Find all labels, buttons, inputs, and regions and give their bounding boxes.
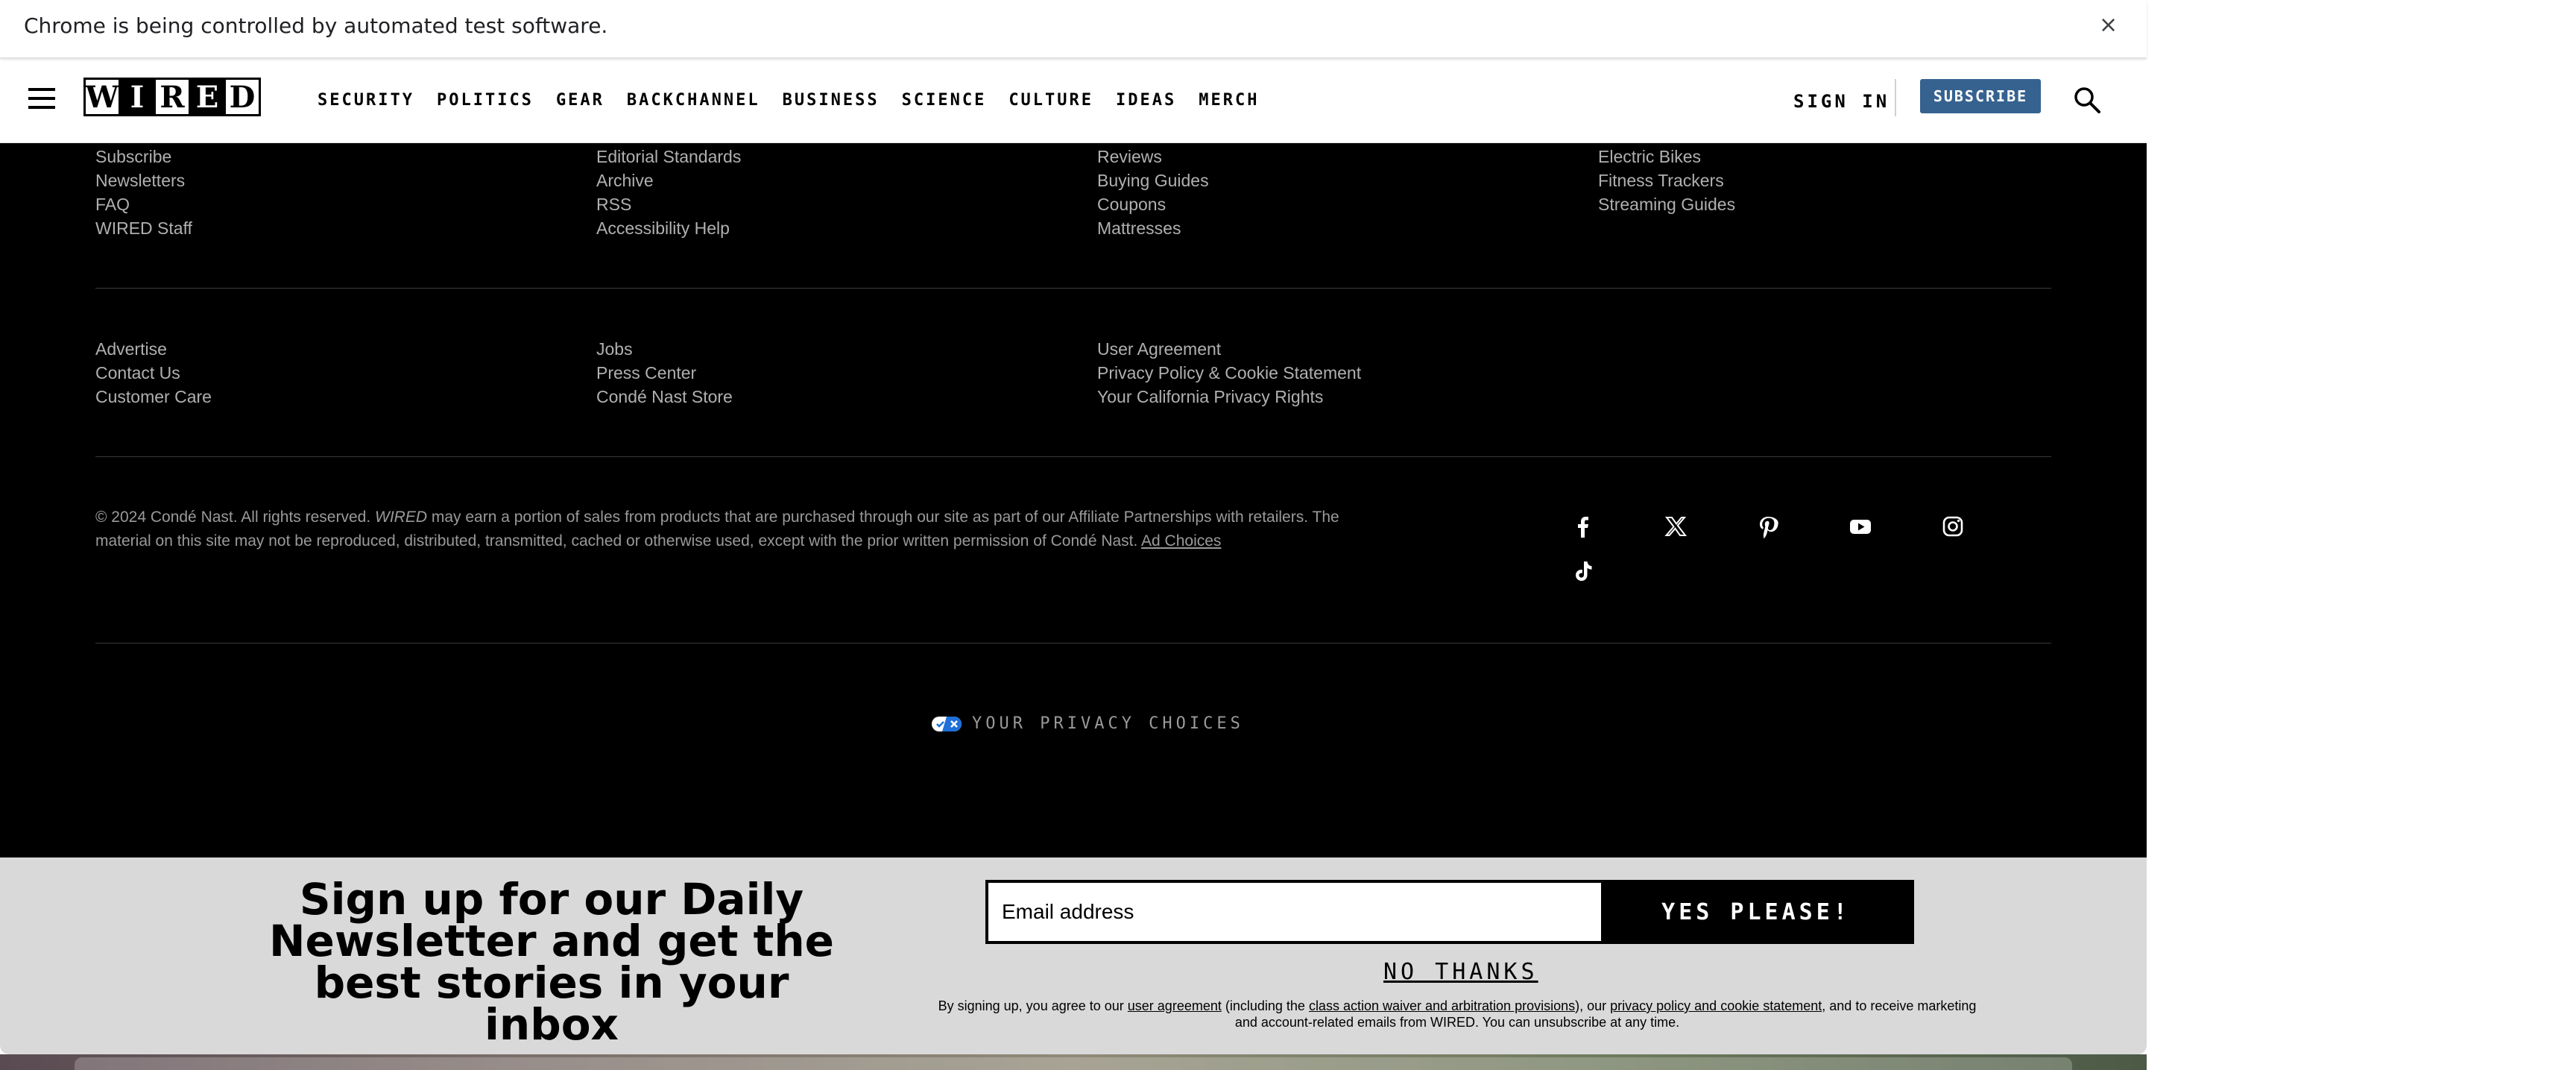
user-agreement-link[interactable]: user agreement <box>1128 998 1222 1013</box>
logo-letter: R <box>156 80 189 115</box>
footer-link[interactable]: Mattresses <box>1097 216 1209 240</box>
footer-link[interactable]: Privacy Policy & Cookie Statement <box>1097 361 1361 385</box>
nav-item-security[interactable]: SECURITY <box>318 91 414 110</box>
logo-letter: D <box>226 80 259 115</box>
footer-links-col-1: Subscribe Newsletters FAQ WIRED Staff <box>95 145 192 240</box>
footer-link[interactable]: Coupons <box>1097 192 1209 216</box>
menu-icon[interactable] <box>28 88 55 110</box>
facebook-icon[interactable] <box>1571 514 1595 538</box>
footer-link[interactable]: Press Center <box>596 361 733 385</box>
nav-item-culture[interactable]: CULTURE <box>1008 91 1093 110</box>
footer-link[interactable]: Subscribe <box>95 145 192 169</box>
footer-links-col-4: Electric Bikes Fitness Trackers Streamin… <box>1598 145 1735 216</box>
class-action-link[interactable]: class action waiver and arbitration prov… <box>1309 998 1575 1013</box>
legal-notice: © 2024 Condé Nast. All rights reserved. … <box>95 506 1392 553</box>
footer-link[interactable]: Your California Privacy Rights <box>1097 385 1361 409</box>
automation-banner-text: Chrome is being controlled by automated … <box>24 13 608 38</box>
footer-divider <box>95 288 2051 289</box>
privacy-policy-link[interactable]: privacy policy and cookie statement <box>1610 998 1822 1013</box>
nav-item-business[interactable]: BUSINESS <box>783 91 880 110</box>
privacy-choices-link[interactable]: YOUR PRIVACY CHOICES <box>932 714 1244 733</box>
ad-choices-link[interactable]: Ad Choices <box>1141 532 1221 550</box>
footer-link[interactable]: Streaming Guides <box>1598 192 1735 216</box>
footer-links-col-7: User Agreement Privacy Policy & Cookie S… <box>1097 337 1361 409</box>
close-icon[interactable]: × <box>2099 12 2118 38</box>
automation-banner: Chrome is being controlled by automated … <box>0 0 2147 58</box>
logo-letter: I <box>121 80 154 115</box>
disclaimer-text: ), our <box>1575 998 1611 1013</box>
background-card <box>75 1057 2072 1070</box>
footer-link[interactable]: Reviews <box>1097 145 1209 169</box>
wired-logo[interactable]: W I R E D <box>83 78 261 116</box>
tiktok-icon[interactable] <box>1571 559 1595 583</box>
search-icon[interactable] <box>2072 85 2102 115</box>
x-icon[interactable] <box>1664 514 1688 538</box>
sign-in-link[interactable]: SIGN IN <box>1793 91 1890 112</box>
nav-item-science[interactable]: SCIENCE <box>902 91 987 110</box>
footer-link[interactable]: Archive <box>596 169 741 192</box>
footer-link[interactable]: User Agreement <box>1097 337 1361 361</box>
nav-item-politics[interactable]: POLITICS <box>437 91 534 110</box>
footer-link[interactable]: Accessibility Help <box>596 216 741 240</box>
newsletter-heading: Sign up for our Daily Newsletter and get… <box>268 874 835 1050</box>
email-input[interactable] <box>988 883 1601 941</box>
footer-links-col-2: Editorial Standards Archive RSS Accessib… <box>596 145 741 240</box>
footer-links-col-6: Jobs Press Center Condé Nast Store <box>596 337 733 409</box>
footer-link[interactable]: FAQ <box>95 192 192 216</box>
header-divider <box>1895 79 1896 116</box>
footer-link[interactable]: Electric Bikes <box>1598 145 1735 169</box>
site-header: W I R E D SECURITY POLITICS GEAR BACKCHA… <box>0 58 2147 143</box>
footer-divider <box>95 456 2051 457</box>
nav-item-gear[interactable]: GEAR <box>556 91 604 110</box>
instagram-icon[interactable] <box>1941 514 1965 538</box>
subscribe-button[interactable]: SUBSCRIBE <box>1920 79 2041 113</box>
footer-links-col-5: Advertise Contact Us Customer Care <box>95 337 212 409</box>
footer-link[interactable]: RSS <box>596 192 741 216</box>
nav-item-ideas[interactable]: IDEAS <box>1116 91 1176 110</box>
footer-link[interactable]: WIRED Staff <box>95 216 192 240</box>
legal-prefix: © 2024 Condé Nast. All rights reserved. <box>95 509 375 526</box>
footer-link[interactable]: Newsletters <box>95 169 192 192</box>
footer-link[interactable]: Fitness Trackers <box>1598 169 1735 192</box>
email-form: YES PLEASE! <box>985 880 1914 944</box>
footer-link[interactable]: Editorial Standards <box>596 145 741 169</box>
legal-brand: WIRED <box>375 509 427 526</box>
newsletter-disclaimer: By signing up, you agree to our user agr… <box>932 998 1983 1030</box>
yes-please-button[interactable]: YES PLEASE! <box>1601 883 1911 941</box>
footer-link[interactable]: Advertise <box>95 337 212 361</box>
privacy-choices-label: YOUR PRIVACY CHOICES <box>972 714 1244 733</box>
logo-letter: W <box>85 79 119 115</box>
site-footer: Subscribe Newsletters FAQ WIRED Staff Ed… <box>0 143 2147 857</box>
footer-link[interactable]: Jobs <box>596 337 733 361</box>
logo-letter: E <box>191 80 224 115</box>
newsletter-signup: Sign up for our Daily Newsletter and get… <box>0 857 2147 1054</box>
pinterest-icon[interactable] <box>1756 514 1780 538</box>
footer-links-col-3: Reviews Buying Guides Coupons Mattresses <box>1097 145 1209 240</box>
no-thanks-link[interactable]: NO THANKS <box>1383 959 1538 985</box>
disclaimer-text: By signing up, you agree to our <box>938 998 1128 1013</box>
footer-link[interactable]: Condé Nast Store <box>596 385 733 409</box>
disclaimer-text: (including the <box>1221 998 1309 1013</box>
footer-link[interactable]: Contact Us <box>95 361 212 385</box>
main-nav: SECURITY POLITICS GEAR BACKCHANNEL BUSIN… <box>318 91 1260 110</box>
footer-link[interactable]: Buying Guides <box>1097 169 1209 192</box>
nav-item-backchannel[interactable]: BACKCHANNEL <box>627 91 760 110</box>
nav-item-merch[interactable]: MERCH <box>1199 91 1259 110</box>
youtube-icon[interactable] <box>1849 514 1872 538</box>
privacy-toggle-icon <box>932 716 962 731</box>
footer-link[interactable]: Customer Care <box>95 385 212 409</box>
